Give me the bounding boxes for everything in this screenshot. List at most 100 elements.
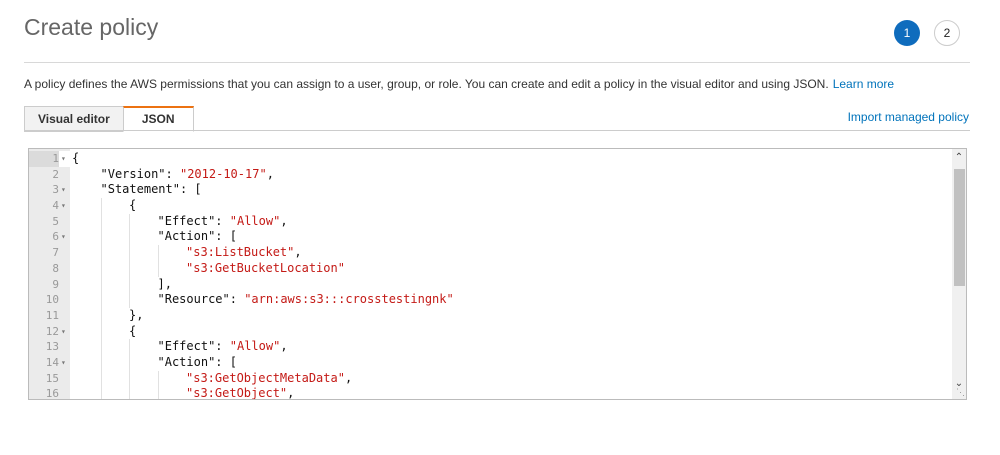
line-number: 1 xyxy=(29,151,59,167)
code-text[interactable]: "s3:GetObject", xyxy=(186,386,294,400)
code-token: { xyxy=(129,198,137,213)
code-line[interactable]: 13 "Effect": "Allow", xyxy=(29,339,954,355)
code-string-token: "s3:ListBucket" xyxy=(186,245,295,260)
import-managed-policy-link[interactable]: Import managed policy xyxy=(848,110,969,124)
line-number: 11 xyxy=(45,308,59,322)
code-token: , xyxy=(280,213,288,228)
line-number: 13 xyxy=(45,340,59,354)
code-string-token: "2012-10-17" xyxy=(179,166,267,181)
indent-guide xyxy=(129,339,130,355)
tab-underline xyxy=(24,130,970,131)
line-number: 9 xyxy=(52,277,59,291)
code-text[interactable]: "Version": "2012-10-17", xyxy=(101,167,274,183)
code-text[interactable]: ], xyxy=(158,277,172,293)
indent-guide xyxy=(129,292,130,308)
code-line[interactable]: 16 "s3:GetObject", xyxy=(29,386,954,400)
code-string-token: "s3:GetObjectMetaData" xyxy=(186,370,345,385)
description-text: A policy defines the AWS permissions tha… xyxy=(24,77,829,91)
code-text[interactable]: "Action": [ xyxy=(158,229,237,245)
json-editor[interactable]: 1 ▾{2 "Version": "2012-10-17", 3 ▾ "Statement… xyxy=(28,148,967,400)
code-line[interactable]: 11}, xyxy=(29,307,954,324)
tab-json[interactable]: JSON xyxy=(122,106,194,132)
code-line[interactable]: 5 "Effect": "Allow", xyxy=(29,213,954,230)
code-token: "Action": [ xyxy=(157,229,237,244)
code-line[interactable]: 6 ▾ "Action": [ xyxy=(29,229,954,246)
editor-scrollbar[interactable]: ⌃ ⌄ xyxy=(952,149,966,399)
page-title: Create policy xyxy=(24,14,159,40)
code-text[interactable]: "Effect": "Allow", xyxy=(158,214,288,230)
indent-guide xyxy=(100,386,102,399)
indent-guide xyxy=(100,245,102,261)
code-line[interactable]: 12 ▾ { xyxy=(29,323,954,340)
learn-more-link[interactable]: Learn more xyxy=(833,77,894,91)
code-line[interactable]: 9], xyxy=(29,276,954,293)
scrollbar-thumb[interactable] xyxy=(954,169,965,286)
indent-guide xyxy=(157,386,159,399)
code-token: { xyxy=(72,151,80,165)
code-string-token: "arn:aws:s3:::crosstestingnk" xyxy=(244,292,454,307)
line-number: 5 xyxy=(52,214,59,228)
fold-toggle-icon[interactable]: ▾ xyxy=(61,355,66,371)
code-text[interactable]: "s3:GetObjectMetaData", xyxy=(186,371,352,387)
code-text[interactable]: "s3:GetBucketLocation" xyxy=(186,261,345,277)
line-number: 7 xyxy=(52,246,59,260)
policy-description: A policy defines the AWS permissions tha… xyxy=(24,77,894,91)
indent-guide xyxy=(129,276,130,293)
indent-guide xyxy=(100,354,102,371)
code-line[interactable]: 8 "s3:GetBucketLocation" xyxy=(29,260,954,277)
code-text[interactable]: { xyxy=(129,198,136,214)
step-1[interactable]: 1 xyxy=(894,20,920,46)
line-number: 8 xyxy=(52,261,59,275)
fold-toggle-icon[interactable]: ▾ xyxy=(61,151,66,167)
fold-toggle-icon[interactable]: ▾ xyxy=(61,324,66,340)
tab-visual-editor[interactable]: Visual editor xyxy=(24,106,124,132)
code-line[interactable]: 14 ▾ "Action": [ xyxy=(29,354,954,371)
scroll-up-icon[interactable]: ⌃ xyxy=(952,152,966,163)
indent-guide xyxy=(129,229,130,246)
line-number: 4 xyxy=(52,199,59,213)
code-line[interactable]: 3 ▾ "Statement": [ xyxy=(29,182,954,198)
indent-guide xyxy=(129,370,130,387)
resize-grip-icon[interactable]: ⋱ xyxy=(956,387,965,398)
code-line[interactable]: 1 ▾ { xyxy=(29,151,954,167)
line-number: 15 xyxy=(45,371,59,385)
fold-toggle-icon[interactable]: ▾ xyxy=(61,198,66,214)
code-string-token: "s3:GetObject" xyxy=(186,386,288,400)
indent-guide xyxy=(129,354,130,371)
code-text[interactable]: }, xyxy=(129,308,143,324)
code-text[interactable]: "Action": [ xyxy=(158,355,237,371)
indent-guide xyxy=(129,245,130,261)
indent-guide xyxy=(100,198,102,214)
indent-guide xyxy=(100,370,102,387)
code-line[interactable]: 15 "s3:GetObjectMetaData", xyxy=(29,370,954,387)
line-number: 14 xyxy=(45,355,59,369)
step-indicator: 1 2 xyxy=(894,20,960,46)
line-number: 6 xyxy=(52,230,59,244)
code-line[interactable]: 4 ▾ { xyxy=(29,198,954,214)
code-line[interactable]: 2 "Version": "2012-10-17", xyxy=(29,167,954,183)
code-text[interactable]: { xyxy=(129,324,136,340)
code-lines[interactable]: 1 ▾{2 "Version": "2012-10-17", 3 ▾ "Statement… xyxy=(29,151,954,400)
indent-guide xyxy=(100,229,102,246)
code-token: , xyxy=(344,370,353,385)
indent-guide xyxy=(100,276,102,293)
fold-toggle-icon[interactable]: ▾ xyxy=(61,182,66,198)
code-string-token: "Allow" xyxy=(229,339,281,354)
code-token: ], xyxy=(157,276,172,291)
code-text[interactable]: { xyxy=(72,151,79,167)
code-token: { xyxy=(129,323,137,338)
indent-guide xyxy=(157,260,159,277)
code-text[interactable]: "Statement": [ xyxy=(101,182,202,198)
indent-guide xyxy=(129,213,130,230)
code-line[interactable]: 10 "Resource": "arn:aws:s3:::crosstesting… xyxy=(29,292,954,308)
code-line[interactable]: 7 "s3:ListBucket", xyxy=(29,245,954,261)
code-text[interactable]: "s3:ListBucket", xyxy=(186,245,302,261)
code-string-token: "Allow" xyxy=(229,213,281,228)
code-text[interactable]: "Resource": "arn:aws:s3:::crosstestingnk… xyxy=(158,292,454,308)
step-2[interactable]: 2 xyxy=(934,20,960,46)
indent-guide xyxy=(100,260,102,277)
indent-guide xyxy=(100,307,102,324)
fold-toggle-icon[interactable]: ▾ xyxy=(61,229,66,245)
code-text[interactable]: "Effect": "Allow", xyxy=(158,339,288,355)
indent-guide xyxy=(100,339,102,355)
